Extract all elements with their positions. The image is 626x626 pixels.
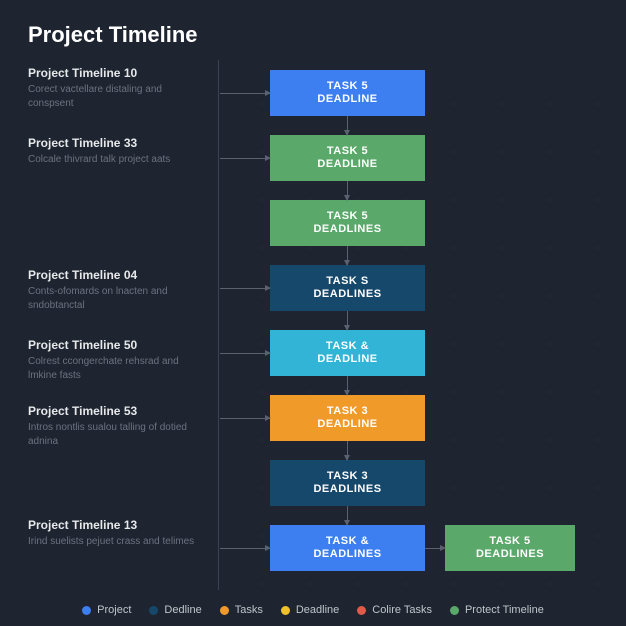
task-box-1: TASK 5DEADLINE [270, 135, 425, 181]
side-task-box: TASK 5DEADLINES [445, 525, 575, 571]
arrow-down-icon [347, 376, 348, 395]
task-box-line1: TASK 5 [327, 145, 368, 158]
timeline-item-2: Project Timeline 04 Conts-ofomards on lna… [28, 268, 198, 312]
task-box-line2: DEADLINE [317, 353, 377, 366]
legend: Project Dedline Tasks Deadline Colire Tasks P… [0, 604, 626, 616]
legend-label: Deadline [296, 604, 339, 616]
legend-swatch-icon [450, 606, 459, 615]
timeline-item-desc: Conts-ofomards on lnacten and sndobtanct… [28, 285, 198, 312]
task-box-line2: DEADLINES [313, 548, 381, 561]
connector-line [220, 418, 270, 419]
task-box-2: TASK 5DEADLINES [270, 200, 425, 246]
legend-label: Protect Timeline [465, 604, 544, 616]
task-box-0: TASK 5DEADLINE [270, 70, 425, 116]
connector-line [220, 93, 270, 94]
page-title: Project Timeline [0, 0, 626, 48]
timeline-item-desc: Intros nontlis sualou talling of dotied … [28, 421, 198, 448]
task-box-line1: TASK 3 [327, 470, 368, 483]
timeline-item-title: Project Timeline 13 [28, 518, 198, 532]
legend-item-5: Protect Timeline [450, 604, 544, 616]
timeline-item-title: Project Timeline 33 [28, 136, 198, 150]
arrow-down-icon [347, 116, 348, 135]
task-box-line1: TASK S [326, 275, 369, 288]
timeline-item-title: Project Timeline 50 [28, 338, 198, 352]
connector-line [220, 548, 270, 549]
task-box-5: TASK 3DEADLINE [270, 395, 425, 441]
task-box-line1: TASK & [326, 340, 369, 353]
task-box-line2: DEADLINES [313, 288, 381, 301]
timeline-item-4: Project Timeline 53 Intros nontlis sualou… [28, 404, 198, 448]
timeline-item-title: Project Timeline 53 [28, 404, 198, 418]
arrow-down-icon [347, 441, 348, 460]
task-box-line2: DEADLINE [317, 418, 377, 431]
task-box-line1: TASK & [326, 535, 369, 548]
timeline-item-0: Project Timeline 10 Corect vactellare dis… [28, 66, 198, 110]
task-box-line1: TASK 5 [327, 80, 368, 93]
arrow-down-icon [347, 506, 348, 525]
legend-item-3: Deadline [281, 604, 339, 616]
connector-line [220, 353, 270, 354]
task-box-6: TASK 3DEADLINES [270, 460, 425, 506]
legend-swatch-icon [281, 606, 290, 615]
timeline-item-3: Project Timeline 50 Colrest ccongerchate … [28, 338, 198, 382]
legend-label: Project [97, 604, 131, 616]
legend-item-2: Tasks [220, 604, 263, 616]
arrow-down-icon [347, 181, 348, 200]
task-box-line2: DEADLINES [313, 483, 381, 496]
legend-item-4: Colire Tasks [357, 604, 432, 616]
timeline-item-1: Project Timeline 33 Colcale thivrard talk… [28, 136, 198, 167]
task-box-line2: DEADLINE [317, 158, 377, 171]
legend-swatch-icon [220, 606, 229, 615]
arrow-down-icon [347, 246, 348, 265]
connector-line [220, 158, 270, 159]
timeline-item-desc: Corect vactellare distaling and conspsen… [28, 83, 198, 110]
legend-label: Dedline [164, 604, 201, 616]
task-box-4: TASK &DEADLINE [270, 330, 425, 376]
task-box-line1: TASK 5 [489, 535, 530, 548]
task-box-line1: TASK 5 [327, 210, 368, 223]
arrow-down-icon [347, 311, 348, 330]
timeline-item-desc: Irind suelists pejuet crass and telimes [28, 535, 198, 549]
task-box-7: TASK &DEADLINES [270, 525, 425, 571]
legend-item-0: Project [82, 604, 131, 616]
task-box-line1: TASK 3 [327, 405, 368, 418]
timeline-item-desc: Colrest ccongerchate rehsrad and lmkine … [28, 355, 198, 382]
connector-line [425, 548, 445, 549]
legend-label: Tasks [235, 604, 263, 616]
task-box-line2: DEADLINES [313, 223, 381, 236]
timeline-item-desc: Colcale thivrard talk project aats [28, 153, 198, 167]
left-column: Project Timeline 10 Corect vactellare dis… [28, 66, 218, 568]
legend-item-1: Dedline [149, 604, 201, 616]
legend-swatch-icon [357, 606, 366, 615]
task-box-line2: DEADLINE [317, 93, 377, 106]
task-box-3: TASK SDEADLINES [270, 265, 425, 311]
timeline-item-title: Project Timeline 04 [28, 268, 198, 282]
connector-line [220, 288, 270, 289]
timeline-item-5: Project Timeline 13 Irind suelists pejuet… [28, 518, 198, 549]
legend-label: Colire Tasks [372, 604, 432, 616]
timeline-item-title: Project Timeline 10 [28, 66, 198, 80]
task-box-line2: DEADLINES [476, 548, 544, 561]
legend-swatch-icon [149, 606, 158, 615]
legend-swatch-icon [82, 606, 91, 615]
